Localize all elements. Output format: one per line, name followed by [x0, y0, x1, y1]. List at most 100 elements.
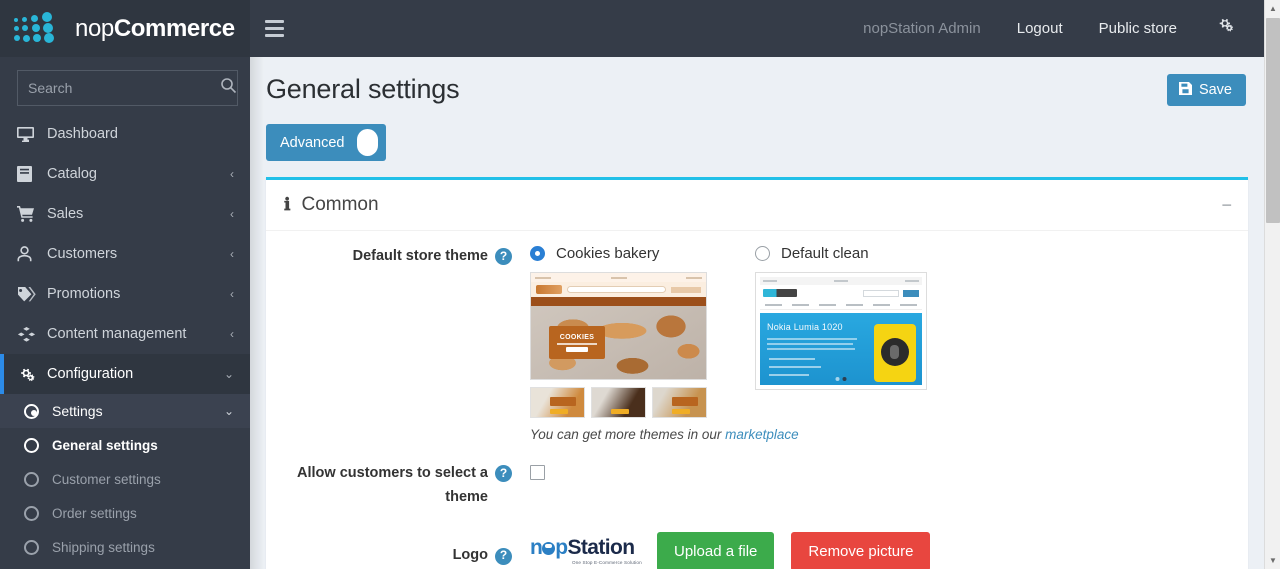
vertical-scrollbar[interactable]: ▲ ▼: [1264, 0, 1280, 569]
page-header: General settings Save: [250, 57, 1264, 106]
theme-option-cookies-bakery[interactable]: Cookies bakery COOKIES You can get more …: [530, 245, 799, 442]
gear-settings-icon[interactable]: [1195, 0, 1248, 57]
logo-field: n pStation One Stop E-Commerce Solution U…: [521, 531, 1248, 569]
sidebar-item-customer-settings[interactable]: Customer settings: [0, 462, 250, 496]
thumbnail: [652, 387, 707, 418]
themes-note-text: You can get more themes in our: [530, 427, 726, 442]
radio-default-clean[interactable]: [755, 246, 770, 261]
question-mark-icon[interactable]: ?: [495, 547, 512, 565]
chevron-icon: ‹: [230, 167, 234, 181]
logo-stylized-o-icon: [542, 542, 556, 556]
radio-cookies-bakery[interactable]: [530, 246, 545, 261]
circle-icon: [24, 471, 52, 487]
sidebar-item-settings[interactable]: Settings ⌄: [0, 394, 250, 428]
floppy-disk-icon: [1178, 82, 1192, 98]
nopcommerce-dots-logo: [14, 11, 66, 46]
circle-icon: [24, 539, 52, 555]
scrollbar-thumb[interactable]: [1266, 18, 1280, 223]
main-content: General settings Save Advanced ℹ Common …: [250, 57, 1264, 569]
sidebar-search: [0, 57, 250, 114]
page-title: General settings: [266, 74, 460, 104]
sidebar-item-order-settings[interactable]: Order settings: [0, 496, 250, 530]
remove-picture-button[interactable]: Remove picture: [791, 531, 931, 569]
shopping-cart-icon: [17, 206, 47, 222]
sidebar-item-label: Customer settings: [52, 471, 161, 487]
sidebar-item-label: Content management: [47, 326, 187, 342]
sidebar-item-label: Dashboard: [47, 126, 118, 142]
sidebar-item-general-settings[interactable]: General settings: [0, 428, 250, 462]
form-row-default-store-theme: Default store theme ? Cookies bakery COO…: [266, 231, 1248, 442]
question-mark-icon[interactable]: ?: [495, 465, 512, 482]
sidebar-item-label: Settings: [52, 403, 103, 419]
chevron-icon: ‹: [230, 207, 234, 221]
scroll-down-arrow-icon[interactable]: ▼: [1265, 552, 1280, 569]
logo-word-n: n: [530, 536, 543, 560]
chevron-icon: ‹: [230, 327, 234, 341]
thumbnail: [591, 387, 646, 418]
save-button[interactable]: Save: [1166, 74, 1246, 106]
advanced-toggle-row: Advanced: [250, 106, 1264, 161]
scroll-up-arrow-icon[interactable]: ▲: [1265, 0, 1280, 17]
sidebar-item-label: Configuration: [47, 366, 134, 382]
save-button-label: Save: [1198, 82, 1232, 98]
brand-logo[interactable]: nopCommerce: [0, 0, 250, 57]
default-store-theme-field: Cookies bakery COOKIES You can get more …: [521, 245, 1248, 442]
upload-file-button[interactable]: Upload a file: [657, 531, 775, 569]
theme-preview-thumbnails: [530, 387, 755, 418]
sidebar-item-label: Sales: [47, 206, 84, 222]
logout-link[interactable]: Logout: [999, 0, 1081, 57]
monitor-icon: [17, 126, 47, 142]
info-icon: ℹ: [284, 195, 291, 214]
sidebar: Dashboard Catalog ‹ Sales ‹ Customers ‹ …: [0, 57, 250, 569]
theme-options: Cookies bakery COOKIES You can get more …: [530, 245, 1248, 442]
sidebar-item-sales[interactable]: Sales ‹: [0, 194, 250, 234]
top-navigation: nopStation Admin Logout Public store: [845, 0, 1264, 57]
sidebar-item-content-management[interactable]: Content management ‹: [0, 314, 250, 354]
sidebar-item-customers[interactable]: Customers ‹: [0, 234, 250, 274]
panel-header: ℹ Common −: [266, 180, 1248, 231]
sidebar-item-configuration[interactable]: Configuration ⌄: [0, 354, 250, 394]
default-clean-theme-preview: Nokia Lumia 1020: [755, 272, 927, 390]
theme-option-label: Cookies bakery: [556, 245, 660, 262]
theme-radio-row[interactable]: Cookies bakery: [530, 245, 755, 262]
search-input[interactable]: [18, 80, 219, 96]
preview-hero-title: Nokia Lumia 1020: [767, 322, 843, 332]
advanced-toggle-label: Advanced: [280, 134, 345, 151]
form-row-allow-customers-select-theme: Allow customers to select a theme ?: [266, 442, 1248, 510]
sidebar-item-catalog[interactable]: Catalog ‹: [0, 154, 250, 194]
search-icon[interactable]: [219, 77, 237, 99]
theme-option-label: Default clean: [781, 245, 869, 262]
chevron-icon: ‹: [230, 287, 234, 301]
public-store-link[interactable]: Public store: [1081, 0, 1195, 57]
preview-hero-card: COOKIES: [549, 326, 605, 359]
sidebar-item-dashboard[interactable]: Dashboard: [0, 114, 250, 154]
allow-theme-label-wrap: Allow customers to select a theme ?: [266, 462, 521, 510]
advanced-mode-toggle[interactable]: Advanced: [266, 124, 386, 161]
question-mark-icon[interactable]: ?: [495, 248, 512, 265]
logo-word-p: p: [555, 536, 568, 560]
circle-icon: [24, 505, 52, 521]
sidebar-item-label: General settings: [52, 437, 158, 453]
sidebar-item-label: Customers: [47, 246, 118, 262]
hamburger-menu-icon[interactable]: [250, 0, 298, 57]
nopstation-logo: n pStation One Stop E-Commerce Solution: [530, 536, 642, 565]
search-box[interactable]: [17, 70, 238, 106]
sidebar-item-promotions[interactable]: Promotions ‹: [0, 274, 250, 314]
theme-option-default-clean[interactable]: Default clean Nokia Lumia 1020: [755, 245, 980, 442]
user-icon: [17, 246, 47, 262]
chevron-down-icon: ⌄: [223, 367, 234, 381]
allow-theme-label: Allow customers to select a theme: [297, 465, 488, 505]
sidebar-item-shipping-settings[interactable]: Shipping settings: [0, 530, 250, 564]
sidebar-item-label: Shipping settings: [52, 539, 155, 555]
theme-radio-row[interactable]: Default clean: [755, 245, 980, 262]
allow-theme-checkbox[interactable]: [530, 465, 545, 480]
thumbnail: [530, 387, 585, 418]
brand-name-bold: Commerce: [113, 14, 235, 42]
chevron-down-icon: ⌄: [223, 404, 234, 418]
minimize-icon[interactable]: −: [1221, 196, 1232, 214]
dot-circle-icon: [24, 403, 52, 419]
toggle-knob[interactable]: [356, 129, 378, 156]
circle-icon: [24, 437, 52, 453]
default-store-theme-label-wrap: Default store theme ?: [266, 245, 521, 442]
form-row-logo: Logo ? n pStation One Stop E-Commerce Sol…: [266, 510, 1248, 569]
